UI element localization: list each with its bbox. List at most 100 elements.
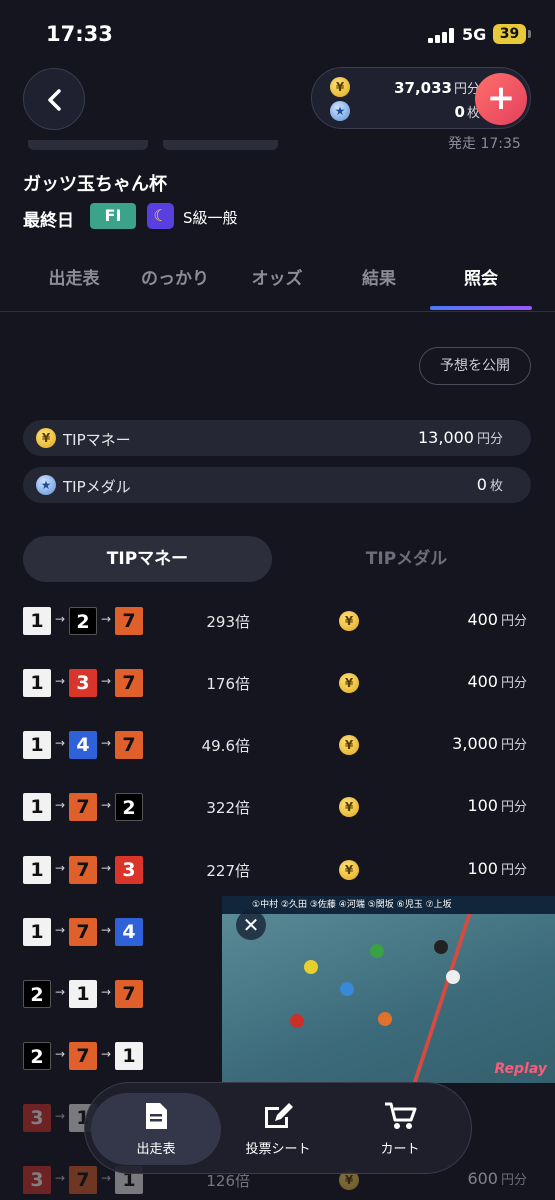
wallet-medal-value: 0 [454,103,465,121]
currency-segment: TIPマネー TIPメダル [23,536,531,582]
car-number-badge: 1 [23,856,51,884]
bet-row[interactable]: 1 → 4 → 7 49.6倍 ¥3,000 円分 [0,731,555,761]
car-number-badge: 2 [115,793,143,821]
arrow-right-icon: → [54,798,66,812]
car-number-badge: 7 [69,1166,97,1194]
car-number-badge: 1 [23,793,51,821]
bet-odds: 293倍 [206,613,250,631]
segment-tip-medal[interactable]: TIPメダル [282,536,531,582]
tab-odds[interactable]: オッズ [227,264,327,289]
night-race-moon-icon: ☾ [147,203,174,229]
close-video-button[interactable]: ✕ [236,910,266,940]
car-number-badge: 3 [115,856,143,884]
tip-money-label: TIPマネー [63,431,131,449]
wallet-money-row: ¥ 37,033 円分 [330,77,480,99]
add-funds-button[interactable]: + [475,73,527,125]
pencil-sheet-icon [265,1103,293,1128]
video-rider [446,970,460,984]
bet-stake: 3,000 円分 [452,734,527,753]
active-tab-indicator [430,306,532,310]
arrow-right-icon: → [100,923,112,937]
bet-row[interactable]: 1 → 3 → 7 176倍 ¥400 円分 [0,669,555,699]
tab-results[interactable]: 結果 [329,264,429,289]
arrow-right-icon: → [100,736,112,750]
back-button[interactable] [23,68,85,130]
tip-medal-unit: 枚 [489,479,503,494]
car-number-badge: 7 [115,980,143,1008]
bet-stake: 400 円分 [467,610,527,629]
yen-coin-icon: ¥ [330,77,350,97]
race-video-player[interactable]: ①中村 ②久田 ③佐藤 ④河端 ⑤関坂 ⑥児玉 ⑦上坂 ✕ Replay [222,896,555,1083]
bet-odds: 49.6倍 [201,737,250,755]
arrow-right-icon: → [54,674,66,688]
car-number-badge: 2 [23,980,51,1008]
arrow-right-icon: → [100,612,112,626]
bet-combination: 2 → 7 → 1 [23,1042,153,1070]
bet-combination: 2 → 1 → 7 [23,980,153,1008]
car-number-badge: 4 [69,731,97,759]
car-number-badge: 1 [23,731,51,759]
bet-stake-value: 100 [467,796,498,815]
bet-stake-unit: 円分 [500,1173,527,1188]
bet-row[interactable]: 1 → 7 → 3 227倍 ¥100 円分 [0,856,555,886]
car-number-badge: 7 [69,793,97,821]
car-number-badge: 3 [23,1166,51,1194]
race-day: 最終日 [23,211,74,231]
car-number-badge: 7 [69,918,97,946]
segment-tip-money[interactable]: TIPマネー [23,536,272,582]
bet-stake: 400 円分 [467,672,527,691]
bet-row[interactable]: 1 → 7 → 2 322倍 ¥100 円分 [0,793,555,823]
nav-bet-sheet-label: 投票シート [245,1142,311,1157]
car-number-badge: 2 [23,1042,51,1070]
bottom-navigation: 出走表 投票シート カート [84,1082,472,1174]
video-rider [378,1012,392,1026]
tip-medal-summary: ★ TIPメダル 0枚 [23,467,531,503]
network-type: 5G [462,25,487,44]
yen-coin-icon: ¥ [339,797,359,817]
document-icon [146,1103,167,1129]
arrow-right-icon: → [54,923,66,937]
video-rider [290,1014,304,1028]
bet-stake: 600 円分 [467,1169,527,1188]
start-time-peek: 発走 17:35 [448,136,521,152]
car-number-badge: 7 [115,731,143,759]
battery-tip [528,30,531,38]
arrow-right-icon: → [100,798,112,812]
clock: 17:33 [46,22,113,46]
signal-icon [428,27,456,43]
tab-inquiry[interactable]: 照会 [430,264,532,289]
video-rider [340,982,354,996]
tab-follow[interactable]: のっかり [125,264,225,289]
car-number-badge: 3 [23,1104,51,1132]
car-number-badge: 1 [23,669,51,697]
race-class: S級一般 [183,209,238,227]
bet-stake-unit: 円分 [500,800,527,815]
grade-badge: FI [90,203,136,229]
arrow-right-icon: → [54,1171,66,1185]
car-number-badge: 1 [69,980,97,1008]
race-tabs: 出走表 のっかり オッズ 結果 照会 [0,250,555,312]
car-number-badge: 2 [69,607,97,635]
car-number-badge: 4 [115,918,143,946]
bet-stake-value: 400 [467,672,498,691]
arrow-right-icon: → [100,1047,112,1061]
nav-cart[interactable]: カート [335,1093,465,1165]
nav-bet-sheet[interactable]: 投票シート [213,1093,343,1165]
tip-money-unit: 円分 [476,432,503,447]
arrow-right-icon: → [54,1109,66,1123]
bet-row[interactable]: 1 → 2 → 7 293倍 ¥400 円分 [0,607,555,637]
yen-coin-icon: ¥ [339,735,359,755]
car-number-badge: 1 [23,607,51,635]
collapsed-header-pill [28,140,148,150]
publish-prediction-button[interactable]: 予想を公開 [419,347,531,385]
bet-stake-unit: 円分 [500,738,527,753]
bet-stake-unit: 円分 [500,863,527,878]
cart-icon [385,1102,417,1129]
tab-entries[interactable]: 出走表 [24,264,124,289]
yen-coin-icon: ¥ [339,611,359,631]
nav-entries[interactable]: 出走表 [91,1093,221,1165]
bet-combination: 1 → 3 → 7 [23,669,153,697]
bet-combination: 1 → 2 → 7 [23,607,153,635]
bet-odds: 322倍 [206,799,250,817]
car-number-badge: 7 [115,669,143,697]
